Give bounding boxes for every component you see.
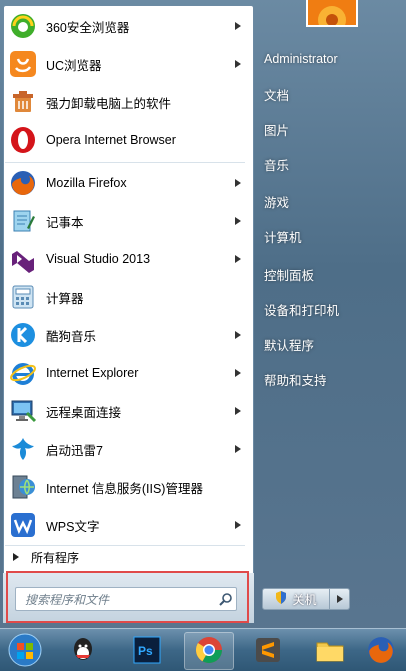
shutdown-button[interactable]: 关机	[262, 588, 330, 610]
app-item-wps[interactable]: WPS文字	[3, 507, 247, 543]
taskbar-photoshop[interactable]: Ps	[122, 632, 172, 670]
app-item-uninstaller[interactable]: 强力卸载电脑上的软件	[3, 84, 247, 120]
start-menu: 360安全浏览器 UC浏览器 强力卸载电脑上的软件 Opera Internet…	[0, 0, 406, 628]
app-item-calculator[interactable]: 计算器	[3, 279, 247, 315]
app-item-uc-browser[interactable]: UC浏览器	[3, 46, 247, 82]
taskbar-qq[interactable]	[58, 632, 108, 670]
right-item-music[interactable]: 音乐	[264, 150, 394, 178]
right-item-documents[interactable]: 文档	[264, 80, 394, 108]
submenu-arrow-icon	[233, 179, 243, 187]
wps-icon	[8, 510, 38, 540]
chevron-right-icon	[336, 592, 343, 606]
notepad-icon	[8, 206, 38, 236]
visual-studio-icon	[8, 244, 38, 274]
firefox-icon	[8, 168, 38, 198]
app-item-360-browser[interactable]: 360安全浏览器	[3, 8, 247, 44]
remote-desktop-icon	[8, 396, 38, 426]
pinned-separator	[5, 162, 245, 163]
submenu-arrow-icon	[233, 407, 243, 415]
submenu-arrow-icon	[233, 445, 243, 453]
app-item-visual-studio[interactable]: Visual Studio 2013	[3, 241, 247, 277]
taskbar-chrome[interactable]	[184, 632, 234, 670]
360-browser-icon	[8, 11, 38, 41]
right-item-help-support[interactable]: 帮助和支持	[264, 365, 394, 393]
uninstaller-icon	[8, 87, 38, 117]
submenu-arrow-icon	[233, 369, 243, 377]
shutdown-options-button[interactable]	[330, 588, 350, 610]
right-item-control-panel[interactable]: 控制面板	[264, 260, 394, 288]
iis-manager-icon	[8, 472, 38, 502]
photoshop-icon: Ps	[133, 636, 161, 667]
user-avatar[interactable]	[306, 0, 358, 27]
start-orb-icon	[7, 632, 43, 671]
app-item-internet-explorer[interactable]: Internet Explorer	[3, 355, 247, 391]
right-item-games[interactable]: 游戏	[264, 187, 394, 215]
right-item-administrator[interactable]: Administrator	[264, 45, 394, 73]
kugou-icon	[8, 320, 38, 350]
uc-browser-icon	[8, 49, 38, 79]
app-item-iis-manager[interactable]: Internet 信息服务(IIS)管理器	[3, 469, 247, 505]
search-placeholder: 搜索程序和文件	[25, 592, 110, 607]
taskbar: Ps	[0, 628, 406, 671]
all-programs-arrow-icon	[13, 550, 19, 564]
all-programs-button[interactable]: 所有程序	[3, 546, 247, 568]
search-input[interactable]: 搜索程序和文件	[15, 587, 237, 611]
start-button[interactable]	[0, 632, 50, 670]
app-item-remote-desktop[interactable]: 远程桌面连接	[3, 393, 247, 429]
submenu-arrow-icon	[233, 255, 243, 263]
shutdown-group: 关机	[262, 588, 352, 610]
right-item-devices-printers[interactable]: 设备和打印机	[264, 295, 394, 323]
xunlei-icon	[8, 434, 38, 464]
opera-icon	[8, 125, 38, 155]
internet-explorer-icon	[8, 358, 38, 388]
right-item-pictures[interactable]: 图片	[264, 115, 394, 143]
submenu-arrow-icon	[233, 217, 243, 225]
submenu-arrow-icon	[233, 22, 243, 30]
right-item-default-programs[interactable]: 默认程序	[264, 330, 394, 358]
calculator-icon	[8, 282, 38, 312]
app-item-kugou[interactable]: 酷狗音乐	[3, 317, 247, 353]
app-item-xunlei[interactable]: 启动迅雷7	[3, 431, 247, 467]
submenu-arrow-icon	[233, 331, 243, 339]
right-item-computer[interactable]: 计算机	[264, 222, 394, 250]
app-item-opera[interactable]: Opera Internet Browser	[3, 122, 247, 158]
taskbar-file-explorer[interactable]	[305, 632, 355, 670]
search-icon[interactable]	[216, 589, 236, 609]
submenu-arrow-icon	[233, 60, 243, 68]
qq-icon	[68, 635, 98, 668]
sublime-icon	[254, 636, 282, 667]
firefox-icon	[366, 635, 396, 668]
taskbar-sublime[interactable]	[243, 632, 293, 670]
shield-icon	[275, 591, 287, 607]
svg-text:Ps: Ps	[138, 644, 153, 658]
app-item-notepad[interactable]: 记事本	[3, 203, 247, 239]
file-explorer-icon	[315, 636, 345, 667]
chrome-icon	[194, 635, 224, 668]
submenu-arrow-icon	[233, 521, 243, 529]
app-item-firefox[interactable]: Mozilla Firefox	[3, 165, 247, 201]
taskbar-firefox[interactable]	[356, 632, 406, 670]
